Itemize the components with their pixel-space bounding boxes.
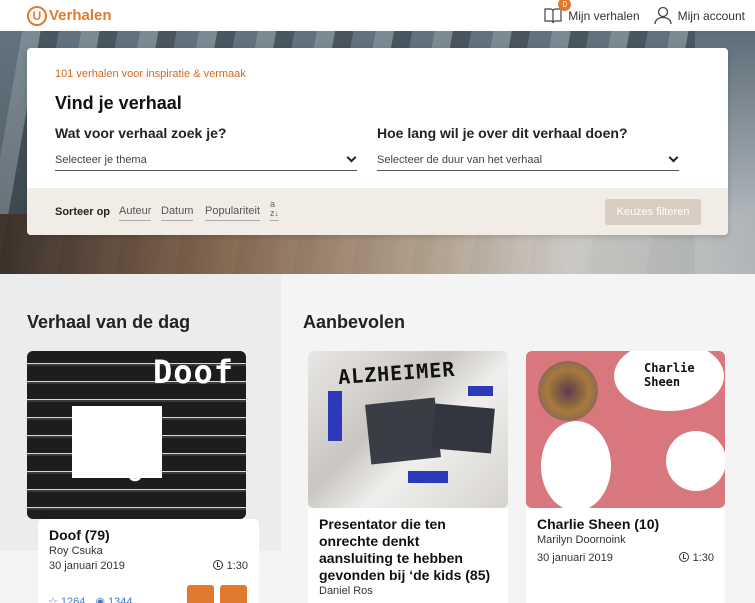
- story-duration: 1:30: [226, 560, 248, 572]
- story-author: Daniel Ros: [319, 585, 373, 597]
- recommended-info-1[interactable]: Presentator die ten onrechte denkt aansl…: [308, 508, 508, 603]
- cover-word-1: Charlie: [644, 361, 695, 375]
- arrow-down-icon: ↓: [274, 208, 280, 218]
- story-duration-wrap: 1:30: [678, 552, 714, 564]
- recommended-cover-1[interactable]: ALZHEIMER: [308, 351, 508, 508]
- sort-az-toggle[interactable]: a z↓: [270, 200, 279, 221]
- theme-select-value: Selecteer je thema: [55, 153, 147, 166]
- cover-shape: [666, 431, 725, 491]
- account-label: Mijn account: [677, 8, 745, 23]
- cover-shape: [408, 471, 448, 483]
- sort-author[interactable]: Auteur: [119, 205, 152, 221]
- views: ◉ 1344: [95, 595, 132, 603]
- cover-paper: [365, 397, 441, 465]
- sort-bar: Sorteer op Auteur Datum Populariteit a z…: [27, 188, 728, 235]
- recommended-info-2[interactable]: Charlie Sheen (10) Marilyn Doornoink 30 …: [526, 508, 725, 603]
- logo-text: Verhalen: [49, 7, 112, 24]
- cover-graphic: [72, 406, 162, 478]
- cover-photo: [538, 361, 598, 421]
- story-author: Marilyn Doornoink: [537, 534, 626, 546]
- likes: ☆ 1264: [48, 595, 85, 603]
- my-stories-label: Mijn verhalen: [568, 8, 640, 23]
- story-stats: ☆ 1264 ◉ 1344: [48, 595, 133, 603]
- account-link[interactable]: Mijn account: [653, 6, 745, 25]
- top-nav: 0 Mijn verhalen Mijn account: [544, 0, 745, 25]
- cover-number: 6: [127, 456, 143, 487]
- story-date: 30 januari 2019: [537, 552, 613, 564]
- cover-shape: [328, 391, 342, 441]
- story-of-day-cover[interactable]: Doof 6: [27, 351, 246, 519]
- duration-select-value: Selecteer de duur van het verhaal: [377, 153, 543, 166]
- chevron-down-icon: [346, 152, 357, 163]
- story-author: Roy Csuka: [49, 545, 103, 557]
- filter-button[interactable]: Keuzes filteren: [605, 199, 701, 225]
- likes-count: 1264: [60, 596, 86, 603]
- cover-word: ALZHEIMER: [337, 356, 457, 390]
- user-icon: [653, 6, 672, 25]
- cover-shape: [468, 386, 493, 396]
- save-button[interactable]: [220, 585, 247, 603]
- my-stories-link[interactable]: 0 Mijn verhalen: [544, 0, 640, 24]
- cover-paper: [431, 403, 495, 454]
- cover-word: Charlie Sheen: [644, 361, 695, 389]
- theme-select[interactable]: Selecteer je thema: [55, 149, 357, 171]
- story-of-day-title: Verhaal van de dag: [27, 312, 191, 332]
- chevron-down-icon: [668, 152, 679, 163]
- search-card: 101 verhalen voor inspiratie & vermaak V…: [27, 48, 728, 235]
- cover-word-2: Sheen: [644, 375, 681, 389]
- eye-icon: ◉: [95, 596, 109, 603]
- story-duration: 1:30: [692, 552, 714, 564]
- cover-shape: [541, 421, 611, 508]
- clock-icon: [678, 552, 689, 562]
- story-date: 30 januari 2019: [49, 560, 125, 572]
- story-title: Presentator die ten onrechte denkt aansl…: [319, 516, 491, 583]
- duration-question: Hoe lang wil je over dit verhaal doen?: [377, 125, 628, 141]
- clock-icon: [212, 560, 223, 570]
- views-count: 1344: [108, 596, 133, 603]
- story-duration-wrap: 1:30: [212, 560, 248, 572]
- cover-word: Doof: [152, 353, 234, 391]
- story-title: Charlie Sheen (10): [537, 516, 660, 532]
- story-meta: 30 januari 2019 1:30: [537, 552, 714, 564]
- recommended-cover-2[interactable]: Charlie Sheen: [526, 351, 725, 508]
- sort-label: Sorteer op: [55, 206, 111, 218]
- top-bar: U Verhalen 0 Mijn verhalen Mijn account: [0, 0, 755, 31]
- logo[interactable]: U Verhalen: [27, 5, 112, 26]
- thumbs-up-icon: ☆: [48, 596, 61, 603]
- duration-select[interactable]: Selecteer de duur van het verhaal: [377, 149, 679, 171]
- recommended-title: Aanbevolen: [303, 312, 406, 332]
- story-meta: 30 januari 2019 1:30: [49, 560, 248, 572]
- sort-date[interactable]: Datum: [161, 205, 194, 221]
- story-title: Doof (79): [49, 527, 110, 543]
- theme-question: Wat voor verhaal zoek je?: [55, 125, 227, 141]
- sort-popularity[interactable]: Populariteit: [205, 205, 261, 221]
- logo-icon: U: [27, 5, 47, 26]
- search-title: Vind je verhaal: [55, 93, 182, 113]
- like-button[interactable]: [187, 585, 214, 603]
- search-subtitle: 101 verhalen voor inspiratie & vermaak: [55, 68, 246, 80]
